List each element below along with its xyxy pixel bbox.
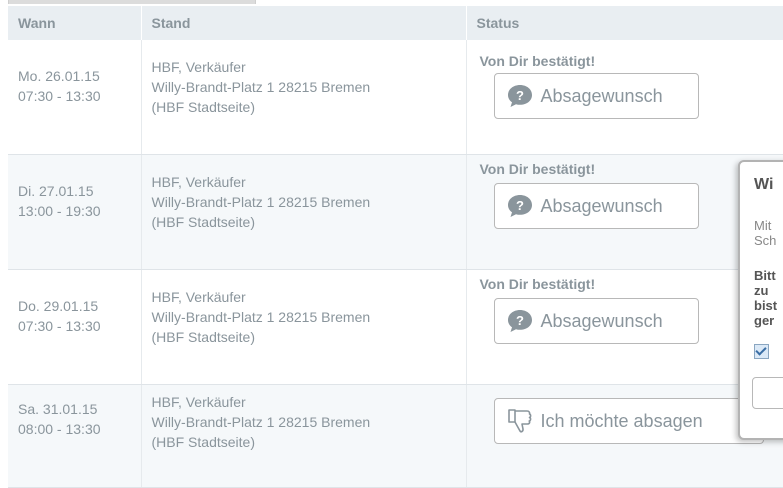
cancellation-dialog: Wi Mit Sch Bitt zu bist ger xyxy=(738,160,783,440)
shift-day: Mo. 26.01.15 xyxy=(18,66,141,86)
date-cell: Di. 27.01.15 13:00 - 19:30 xyxy=(8,155,141,270)
dialog-button[interactable] xyxy=(752,377,783,409)
question-bubble-icon: ? xyxy=(503,194,537,218)
shift-time: 13:00 - 19:30 xyxy=(18,201,141,221)
shift-time: 08:00 - 13:30 xyxy=(18,419,141,439)
absagewunsch-button[interactable]: ? Absagewunsch xyxy=(494,298,699,344)
status-confirmed-text: Von Dir bestätigt! xyxy=(480,53,783,69)
dialog-text: Mit Sch xyxy=(754,218,783,248)
status-cell: Von Dir bestätigt! ? Absagewunsch xyxy=(466,155,783,270)
date-cell: Sa. 31.01.15 08:00 - 13:30 xyxy=(8,385,141,488)
stand-cell: HBF, Verkäufer Willy-Brandt-Platz 1 2821… xyxy=(141,385,466,488)
button-label: Absagewunsch xyxy=(541,86,663,107)
dialog-text-line: Mit xyxy=(754,218,783,233)
stand-address: Willy-Brandt-Platz 1 28215 Bremen xyxy=(152,192,466,212)
stand-name: HBF, Verkäufer xyxy=(152,172,466,192)
date-cell: Do. 29.01.15 07:30 - 13:30 xyxy=(8,270,141,385)
button-label: Ich möchte absagen xyxy=(541,411,703,432)
dialog-text-line: Sch xyxy=(754,233,783,248)
status-cell: Von Dir bestätigt! ? Absagewunsch xyxy=(466,40,783,155)
thumbs-down-icon xyxy=(503,407,537,435)
shifts-table: Wann Stand Status Mo. 26.01.15 07:30 - 1… xyxy=(8,6,783,488)
shift-time: 07:30 - 13:30 xyxy=(18,86,141,106)
stand-note: (HBF Stadtseite) xyxy=(152,327,466,347)
date-cell: Mo. 26.01.15 07:30 - 13:30 xyxy=(8,40,141,155)
stand-name: HBF, Verkäufer xyxy=(152,392,466,412)
dialog-bold-line: Bitt xyxy=(754,268,783,283)
stand-cell: HBF, Verkäufer Willy-Brandt-Platz 1 2821… xyxy=(141,270,466,385)
column-header-stand: Stand xyxy=(141,6,466,40)
ich-moechte-absagen-button[interactable]: Ich möchte absagen xyxy=(494,398,764,444)
question-bubble-icon: ? xyxy=(503,84,537,108)
shift-day: Do. 29.01.15 xyxy=(18,296,141,316)
stand-note: (HBF Stadtseite) xyxy=(152,97,466,117)
svg-text:?: ? xyxy=(516,198,524,213)
stand-cell: HBF, Verkäufer Willy-Brandt-Platz 1 2821… xyxy=(141,40,466,155)
stand-address: Willy-Brandt-Platz 1 28215 Bremen xyxy=(152,307,466,327)
dialog-bold-line: zu xyxy=(754,283,783,298)
button-label: Absagewunsch xyxy=(541,311,663,332)
dialog-bold-text: Bitt zu bist ger xyxy=(754,268,783,328)
checkbox-icon[interactable] xyxy=(754,344,769,359)
shift-day: Di. 27.01.15 xyxy=(18,181,141,201)
column-header-wann: Wann xyxy=(8,6,141,40)
absagewunsch-button[interactable]: ? Absagewunsch xyxy=(494,183,699,229)
table-row: Sa. 31.01.15 08:00 - 13:30 HBF, Verkäufe… xyxy=(8,385,783,488)
table-row: Di. 27.01.15 13:00 - 19:30 HBF, Verkäufe… xyxy=(8,155,783,270)
top-tab-edge xyxy=(8,0,256,4)
svg-text:?: ? xyxy=(516,88,524,103)
stand-name: HBF, Verkäufer xyxy=(152,57,466,77)
dialog-bold-line: bist xyxy=(754,298,783,313)
dialog-bold-line: ger xyxy=(754,313,783,328)
stand-cell: HBF, Verkäufer Willy-Brandt-Platz 1 2821… xyxy=(141,155,466,270)
absagewunsch-button[interactable]: ? Absagewunsch xyxy=(494,73,699,119)
shift-time: 07:30 - 13:30 xyxy=(18,316,141,336)
stand-note: (HBF Stadtseite) xyxy=(152,432,466,452)
stand-address: Willy-Brandt-Platz 1 28215 Bremen xyxy=(152,412,466,432)
status-cell: Ich möchte absagen xyxy=(466,385,783,488)
table-row: Do. 29.01.15 07:30 - 13:30 HBF, Verkäufe… xyxy=(8,270,783,385)
question-bubble-icon: ? xyxy=(503,309,537,333)
table-header-row: Wann Stand Status xyxy=(8,6,783,40)
shift-day: Sa. 31.01.15 xyxy=(18,399,141,419)
stand-note: (HBF Stadtseite) xyxy=(152,212,466,232)
stand-address: Willy-Brandt-Platz 1 28215 Bremen xyxy=(152,77,466,97)
svg-text:?: ? xyxy=(516,313,524,328)
status-cell: Von Dir bestätigt! ? Absagewunsch xyxy=(466,270,783,385)
button-label: Absagewunsch xyxy=(541,196,663,217)
column-header-status: Status xyxy=(466,6,783,40)
stand-name: HBF, Verkäufer xyxy=(152,287,466,307)
dialog-title: Wi xyxy=(754,176,783,194)
table-row: Mo. 26.01.15 07:30 - 13:30 HBF, Verkäufe… xyxy=(8,40,783,155)
